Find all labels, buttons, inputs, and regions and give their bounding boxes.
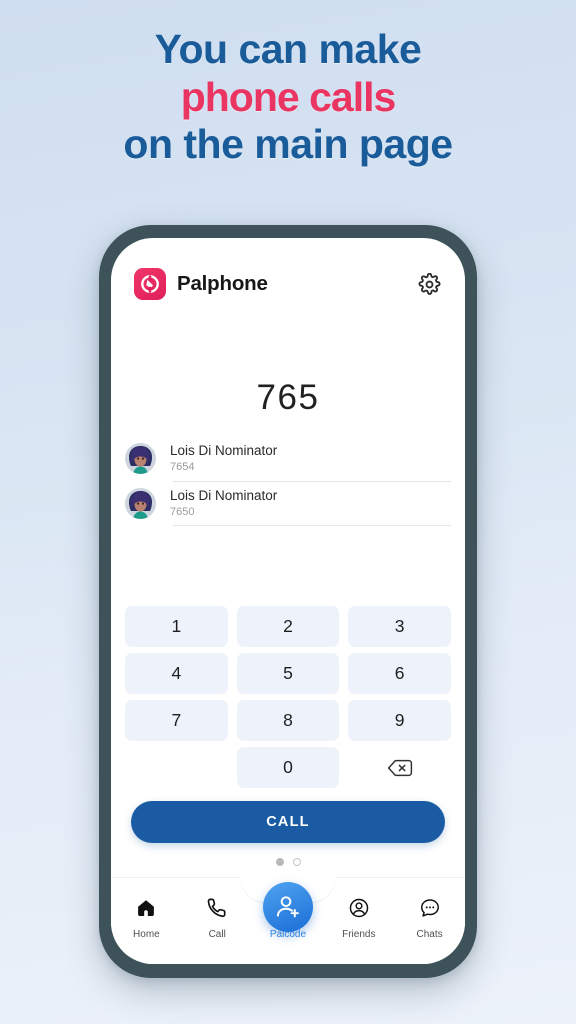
headline-line-3: on the main page <box>123 121 453 168</box>
nav-item-chats[interactable]: Chats <box>394 896 465 940</box>
dialed-number-display: 765 <box>256 378 320 417</box>
keypad-key-1[interactable]: 1 <box>125 606 228 647</box>
pager-dot-active[interactable] <box>275 858 284 866</box>
nav-item-palcode[interactable]: Palcode <box>253 882 324 940</box>
keypad-key-8[interactable]: 8 <box>236 700 340 741</box>
keypad-key-7[interactable]: 7 <box>125 700 228 741</box>
contact-text: Lois Di Nominator 7654 <box>170 443 278 473</box>
pager-dots <box>111 858 465 866</box>
contact-text: Lois Di Nominator 7650 <box>170 488 278 518</box>
keypad-key-9[interactable]: 9 <box>348 700 451 741</box>
headline-line-1: You can make <box>154 26 422 72</box>
chat-bubble-icon <box>419 896 441 920</box>
nav-label-friends: Friends <box>342 929 376 940</box>
nav-label-call: Call <box>208 929 226 940</box>
keypad-key-6[interactable]: 6 <box>348 653 451 694</box>
nav-label-home: Home <box>133 929 160 940</box>
palphone-logo-icon <box>134 268 166 300</box>
contact-suggestion-list: Lois Di Nominator 7654 Lois Di Nominator… <box>111 436 465 526</box>
gear-icon[interactable] <box>416 271 442 297</box>
headline-line-2: phone calls <box>180 73 397 120</box>
contact-number: 7650 <box>170 505 195 518</box>
keypad-key-5[interactable]: 5 <box>236 653 340 694</box>
nav-item-home[interactable]: Home <box>111 896 182 940</box>
person-add-icon[interactable] <box>262 882 313 932</box>
bottom-navigation: Home Call Palcode Friends Chats <box>111 877 465 964</box>
phone-screen: Palphone 765 Lois Di Nominator 7654 Lois… <box>111 238 465 964</box>
contact-number: 7654 <box>170 460 195 473</box>
keypad-spacer <box>125 747 228 788</box>
phone-icon <box>206 896 228 920</box>
contact-name: Lois Di Nominator <box>170 488 278 504</box>
avatar <box>125 443 156 474</box>
app-header: Palphone <box>111 262 465 306</box>
call-button[interactable]: CALL <box>131 801 445 843</box>
contact-name: Lois Di Nominator <box>170 443 278 459</box>
list-item[interactable]: Lois Di Nominator 7650 <box>125 481 451 526</box>
app-title: Palphone <box>177 272 268 295</box>
list-item[interactable]: Lois Di Nominator 7654 <box>125 436 451 481</box>
promo-headline: You can make phone calls on the main pag… <box>0 26 576 169</box>
phone-mockup-frame: Palphone 765 Lois Di Nominator 7654 Lois… <box>99 225 477 978</box>
home-icon <box>135 896 157 920</box>
nav-label-chats: Chats <box>416 929 443 940</box>
nav-items: Home Call Palcode Friends Chats <box>111 878 465 964</box>
keypad-key-2[interactable]: 2 <box>236 606 340 647</box>
person-circle-icon <box>348 896 370 920</box>
dial-keypad: 1 2 3 4 5 6 7 8 9 0 <box>111 606 465 788</box>
avatar <box>125 488 156 519</box>
nav-item-friends[interactable]: Friends <box>323 896 394 940</box>
keypad-key-4[interactable]: 4 <box>125 653 228 694</box>
keypad-key-0[interactable]: 0 <box>236 747 340 788</box>
backspace-icon[interactable] <box>348 747 451 788</box>
nav-item-call[interactable]: Call <box>182 896 253 940</box>
keypad-key-3[interactable]: 3 <box>348 606 451 647</box>
brand: Palphone <box>134 268 416 300</box>
pager-dot-inactive[interactable] <box>292 858 301 866</box>
